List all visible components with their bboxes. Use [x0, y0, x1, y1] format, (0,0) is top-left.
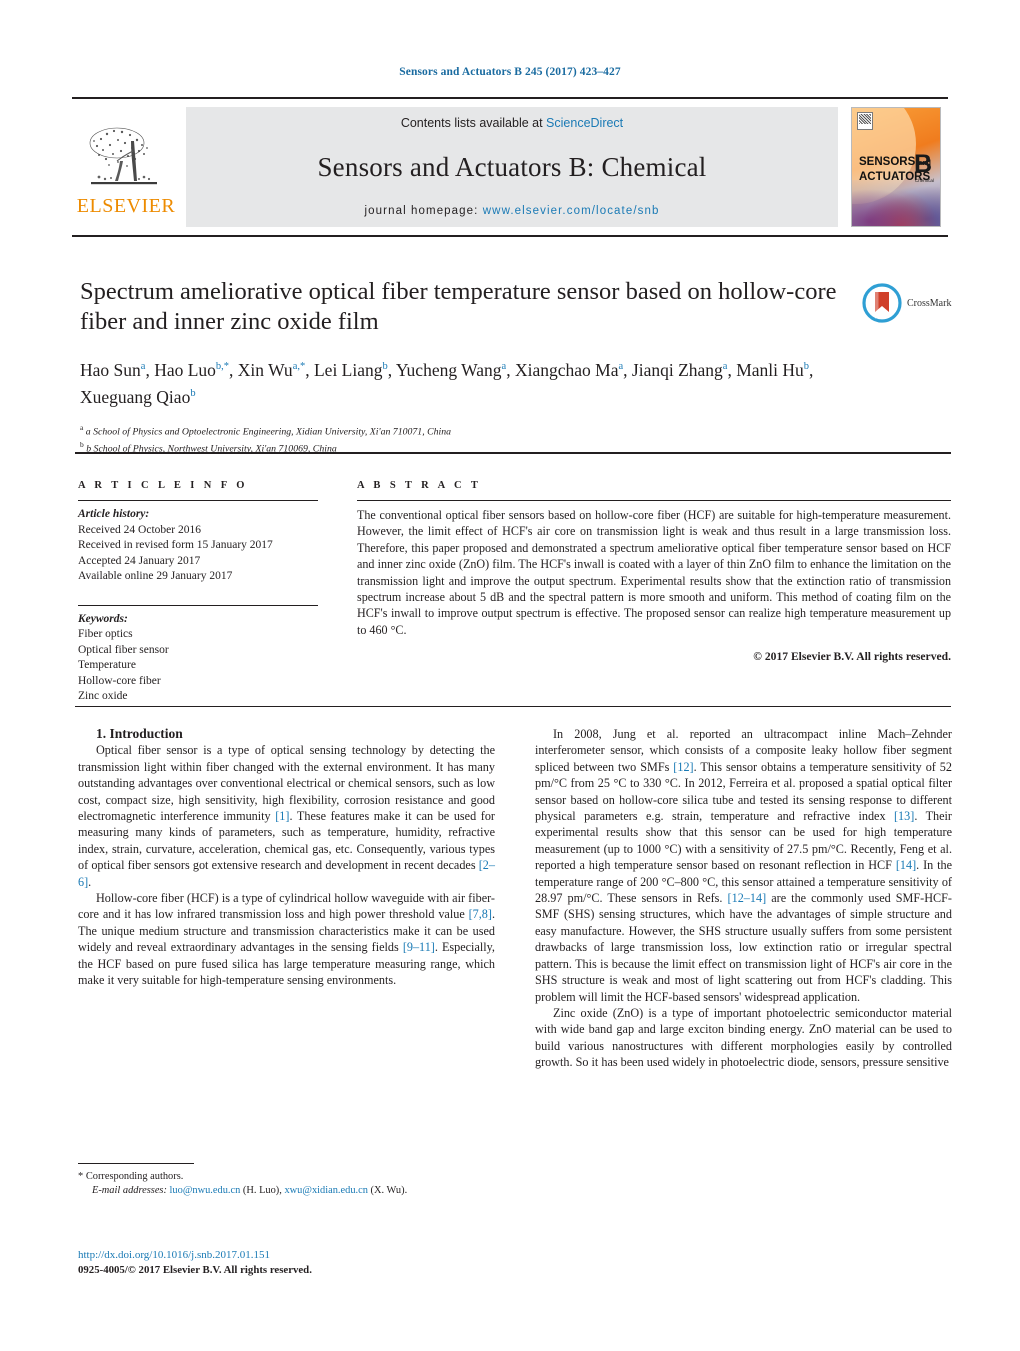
cover-elsevier-mini-logo [857, 112, 873, 130]
history-item: Received 24 October 2016 [78, 523, 201, 536]
abstract-column: A B S T R A C T The conventional optical… [357, 480, 951, 663]
body-column-right: In 2008, Jung et al. reported an ultraco… [535, 726, 952, 1071]
keyword-item: Fiber optics [78, 628, 133, 640]
paper-page: Sensors and Actuators B 245 (2017) 423–4… [0, 0, 1020, 1351]
body-paragraph: Optical fiber sensor is a type of optica… [78, 743, 495, 889]
homepage-url-link[interactable]: www.elsevier.com/locate/snb [483, 205, 660, 217]
history-item: Accepted 24 January 2017 [78, 554, 201, 567]
homepage-prefix: journal homepage: [364, 205, 483, 217]
affiliation-list: a a School of Physics and Optoelectronic… [80, 421, 850, 457]
title-block: Spectrum ameliorative optical fiber temp… [80, 277, 850, 456]
article-info-heading: A R T I C L E I N F O [78, 480, 248, 491]
abstract-text: The conventional optical fiber sensors b… [357, 508, 951, 637]
journal-homepage-line: journal homepage: www.elsevier.com/locat… [365, 205, 660, 217]
crossmark-label: CrossMark [907, 297, 952, 309]
footnote-rule [78, 1163, 194, 1164]
crossmark-icon [862, 283, 902, 323]
doi-link[interactable]: http://dx.doi.org/10.1016/j.snb.2017.01.… [78, 1248, 578, 1263]
email-addresses-label: E-mail addresses: [92, 1184, 167, 1196]
article-info-rule [78, 500, 318, 501]
cover-subtitle: Chemical [914, 178, 934, 183]
footnote-block: * Corresponding authors. E-mail addresse… [78, 1163, 495, 1197]
page-title: Spectrum ameliorative optical fiber temp… [80, 278, 837, 335]
crossmark-badge[interactable]: CrossMark [862, 281, 958, 325]
cover-blotch-decoration [852, 180, 940, 226]
abstract-heading: A B S T R A C T [357, 480, 482, 491]
body-paragraph: Hollow-core fiber (HCF) is a type of cyl… [78, 891, 495, 988]
doi-block: http://dx.doi.org/10.1016/j.snb.2017.01.… [78, 1248, 578, 1278]
affiliation-item: a a School of Physics and Optoelectronic… [80, 422, 452, 437]
running-head: Sensors and Actuators B 245 (2017) 423–4… [399, 66, 621, 78]
cover-line1: SENSORS [859, 156, 916, 168]
keyword-item: Hollow-core fiber [78, 674, 161, 687]
cover-series-letter: B [913, 150, 932, 178]
issn-copyright-line: 0925-4005/© 2017 Elsevier B.V. All right… [78, 1264, 312, 1276]
masthead-center: Contents lists available at ScienceDirec… [186, 107, 838, 227]
keyword-item: Temperature [78, 659, 136, 671]
body-paragraph: In 2008, Jung et al. reported an ultraco… [535, 727, 952, 1004]
author-list: Hao Suna, Hao Luob,*, Xin Wua,*, Lei Lia… [80, 359, 814, 407]
history-item: Received in revised form 15 January 2017 [78, 539, 273, 551]
history-item: Available online 29 January 2017 [78, 570, 233, 582]
contents-prefix: Contents lists available at [400, 116, 547, 130]
email-link-2[interactable]: xwu@xidian.edu.cn [284, 1185, 367, 1196]
footnote-star: * [78, 1171, 84, 1182]
abstract-top-rule [75, 452, 951, 454]
keywords-rule [78, 604, 318, 606]
abstract-rule [357, 500, 951, 501]
article-history-label: Article history: [78, 508, 150, 520]
corresponding-authors-text: Corresponding authors. [85, 1171, 184, 1182]
email-name-1: (H. Luo), [242, 1184, 282, 1196]
corresponding-author-note: * Corresponding authors. [78, 1170, 495, 1184]
email-link-1[interactable]: luo@nwu.edu.cn [170, 1185, 241, 1196]
keywords-label: Keywords: [78, 612, 128, 625]
copyright-line: © 2017 Elsevier B.V. All rights reserved… [753, 650, 951, 664]
elsevier-wordmark: ELSEVIER [76, 194, 176, 217]
journal-title: Sensors and Actuators B: Chemical [317, 152, 707, 182]
elsevier-tree-icon [89, 127, 157, 184]
email-name-2: (X. Wu). [370, 1184, 408, 1196]
affiliation-text: a School of Physics and Optoelectronic E… [85, 425, 452, 437]
elsevier-logo: ELSEVIER [72, 99, 180, 235]
contents-available-line: Contents lists available at ScienceDirec… [401, 116, 623, 130]
body-top-rule [75, 706, 951, 707]
journal-cover-block: SENSORS and ACTUATORS B Chemical [844, 99, 948, 235]
body-column-left: 1. Introduction Optical fiber sensor is … [78, 726, 495, 989]
keyword-item: Optical fiber sensor [78, 643, 169, 656]
journal-masthead: ELSEVIER Contents lists available at Sci… [72, 97, 948, 237]
section-heading-introduction: 1. Introduction [96, 726, 183, 741]
email-note: E-mail addresses: luo@nwu.edu.cn (H. Luo… [78, 1184, 495, 1198]
body-paragraph: Zinc oxide (ZnO) is a type of important … [535, 1005, 952, 1070]
keyword-item: Zinc oxide [78, 690, 128, 702]
keywords-group: Keywords: Fiber optics Optical fiber sen… [78, 604, 318, 705]
article-info-column: A R T I C L E I N F O Article history: R… [78, 480, 318, 705]
sciencedirect-link[interactable]: ScienceDirect [546, 116, 623, 130]
journal-cover-image: SENSORS and ACTUATORS B Chemical [851, 107, 941, 227]
